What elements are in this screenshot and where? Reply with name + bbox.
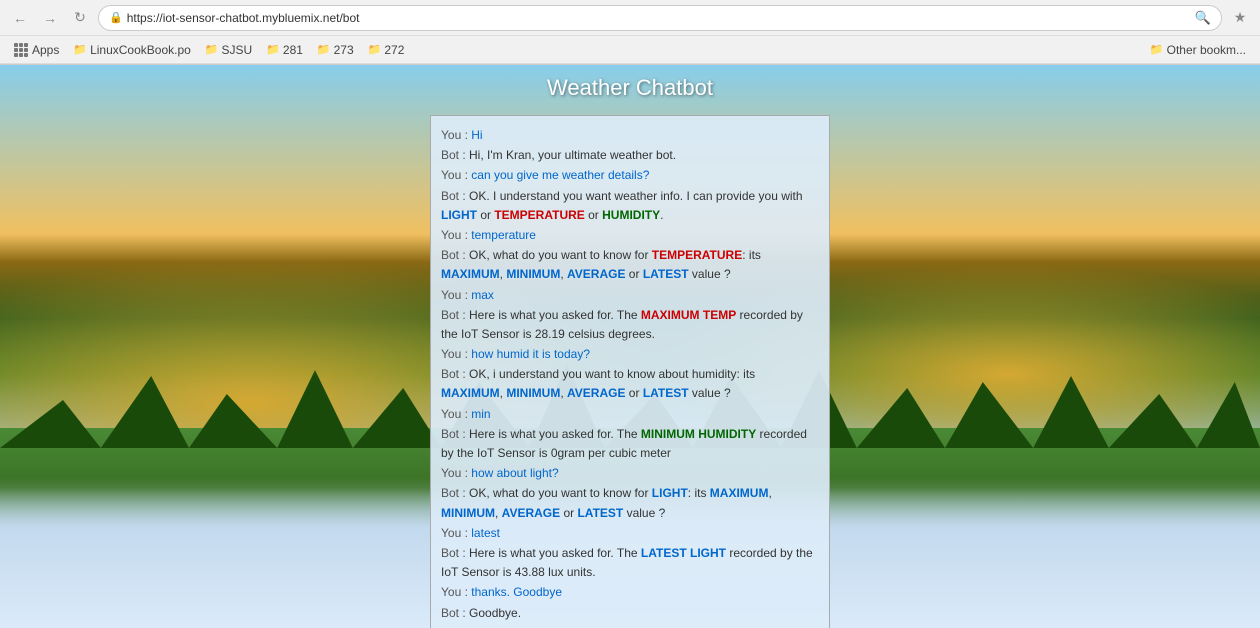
list-item: You : latest <box>441 524 819 543</box>
message-text: Here is what you asked for. The LATEST L… <box>441 546 813 579</box>
bookmark-label: 273 <box>334 43 354 57</box>
list-item: Bot : OK, what do you want to know for L… <box>441 484 819 522</box>
forward-button[interactable]: → <box>38 6 62 30</box>
speaker-label: Bot : <box>441 546 469 560</box>
list-item: Bot : Goodbye. <box>441 604 819 623</box>
speaker-label: You : <box>441 466 471 480</box>
apps-bookmark[interactable]: Apps <box>8 41 65 59</box>
message-text: OK, i understand you want to know about … <box>441 367 755 400</box>
list-item: You : can you give me weather details? <box>441 166 819 185</box>
message-text: OK, what do you want to know for LIGHT: … <box>441 486 772 519</box>
message-text: Hi, I'm Kran, your ultimate weather bot. <box>469 148 676 162</box>
list-item: You : min <box>441 405 819 424</box>
speaker-label: You : <box>441 526 471 540</box>
back-button[interactable]: ← <box>8 6 32 30</box>
message-text: max <box>471 288 494 302</box>
bookmark-273[interactable]: 📁 273 <box>311 41 360 59</box>
speaker-label: Bot : <box>441 486 469 500</box>
speaker-label: You : <box>441 288 471 302</box>
list-item: Bot : Here is what you asked for. The LA… <box>441 544 819 582</box>
chat-container: You : Hi Bot : Hi, I'm Kran, your ultima… <box>430 115 830 628</box>
list-item: You : Hi <box>441 126 819 145</box>
list-item: Bot : OK, i understand you want to know … <box>441 365 819 403</box>
other-bookmarks[interactable]: 📁 Other bookm... <box>1144 41 1252 59</box>
bookmark-label: 272 <box>384 43 404 57</box>
ssl-lock-icon: 🔒 <box>109 11 123 24</box>
browser-toolbar: ← → ↻ 🔒 https://iot-sensor-chatbot.myblu… <box>0 0 1260 36</box>
speaker-label: You : <box>441 347 471 361</box>
speaker-label: Bot : <box>441 367 469 381</box>
search-icon: 🔍 <box>1195 10 1211 26</box>
other-bookmarks-label: Other bookm... <box>1167 43 1246 57</box>
bookmarks-bar: Apps 📁 LinuxCookBook.po 📁 SJSU 📁 281 📁 2… <box>0 36 1260 64</box>
bookmark-sjsu[interactable]: 📁 SJSU <box>199 41 258 59</box>
message-text: how humid it is today? <box>471 347 590 361</box>
speaker-label: You : <box>441 585 471 599</box>
message-text: can you give me weather details? <box>471 168 649 182</box>
folder-icon: 📁 <box>205 43 219 56</box>
url-bar[interactable]: 🔒 https://iot-sensor-chatbot.mybluemix.n… <box>98 5 1222 31</box>
list-item: You : thanks. Goodbye <box>441 583 819 602</box>
message-text: latest <box>471 526 500 540</box>
speaker-label: Bot : <box>441 189 469 203</box>
bookmark-label: LinuxCookBook.po <box>90 43 191 57</box>
page-title: Weather Chatbot <box>0 75 1260 101</box>
message-text: Hi <box>471 128 482 142</box>
message-text: OK. I understand you want weather info. … <box>441 189 803 222</box>
folder-icon: 📁 <box>266 43 280 56</box>
message-text: min <box>471 407 490 421</box>
message-text: Goodbye. <box>469 606 521 620</box>
message-text: thanks. Goodbye <box>471 585 562 599</box>
folder-icon: 📁 <box>368 43 382 56</box>
reload-button[interactable]: ↻ <box>68 6 92 30</box>
list-item: You : how about light? <box>441 464 819 483</box>
browser-chrome: ← → ↻ 🔒 https://iot-sensor-chatbot.myblu… <box>0 0 1260 65</box>
speaker-label: Bot : <box>441 308 469 322</box>
bookmark-label: 281 <box>283 43 303 57</box>
speaker-label: Bot : <box>441 148 469 162</box>
list-item: Bot : OK, what do you want to know for T… <box>441 246 819 284</box>
speaker-label: You : <box>441 128 471 142</box>
list-item: Bot : Here is what you asked for. The MA… <box>441 306 819 344</box>
apps-label: Apps <box>32 43 59 57</box>
list-item: Bot : Hi, I'm Kran, your ultimate weathe… <box>441 146 819 165</box>
speaker-label: You : <box>441 168 471 182</box>
folder-icon: 📁 <box>317 43 331 56</box>
list-item: Bot : Here is what you asked for. The MI… <box>441 425 819 463</box>
speaker-label: Bot : <box>441 427 469 441</box>
apps-grid-icon <box>14 43 28 57</box>
list-item: You : how humid it is today? <box>441 345 819 364</box>
message-text: temperature <box>471 228 536 242</box>
speaker-label: You : <box>441 407 471 421</box>
folder-icon: 📁 <box>1150 43 1164 56</box>
url-text: https://iot-sensor-chatbot.mybluemix.net… <box>127 11 360 25</box>
message-text: Here is what you asked for. The MAXIMUM … <box>441 308 803 341</box>
message-text: how about light? <box>471 466 558 480</box>
speaker-label: Bot : <box>441 248 469 262</box>
list-item: You : max <box>441 286 819 305</box>
message-text: Here is what you asked for. The MINIMUM … <box>441 427 807 460</box>
speaker-label: Bot : <box>441 606 469 620</box>
bookmark-linuxcookbook[interactable]: 📁 LinuxCookBook.po <box>67 41 196 59</box>
speaker-label: You : <box>441 228 471 242</box>
bookmark-star-button[interactable]: ★ <box>1228 6 1252 30</box>
message-text: OK, what do you want to know for TEMPERA… <box>441 248 761 281</box>
list-item: You : temperature <box>441 226 819 245</box>
bookmark-281[interactable]: 📁 281 <box>260 41 309 59</box>
bookmark-label: SJSU <box>222 43 253 57</box>
bookmark-272[interactable]: 📁 272 <box>362 41 411 59</box>
page-content: Weather Chatbot You : Hi Bot : Hi, I'm K… <box>0 65 1260 628</box>
list-item: Bot : OK. I understand you want weather … <box>441 187 819 225</box>
chat-messages: You : Hi Bot : Hi, I'm Kran, your ultima… <box>441 126 819 623</box>
folder-icon: 📁 <box>73 43 87 56</box>
